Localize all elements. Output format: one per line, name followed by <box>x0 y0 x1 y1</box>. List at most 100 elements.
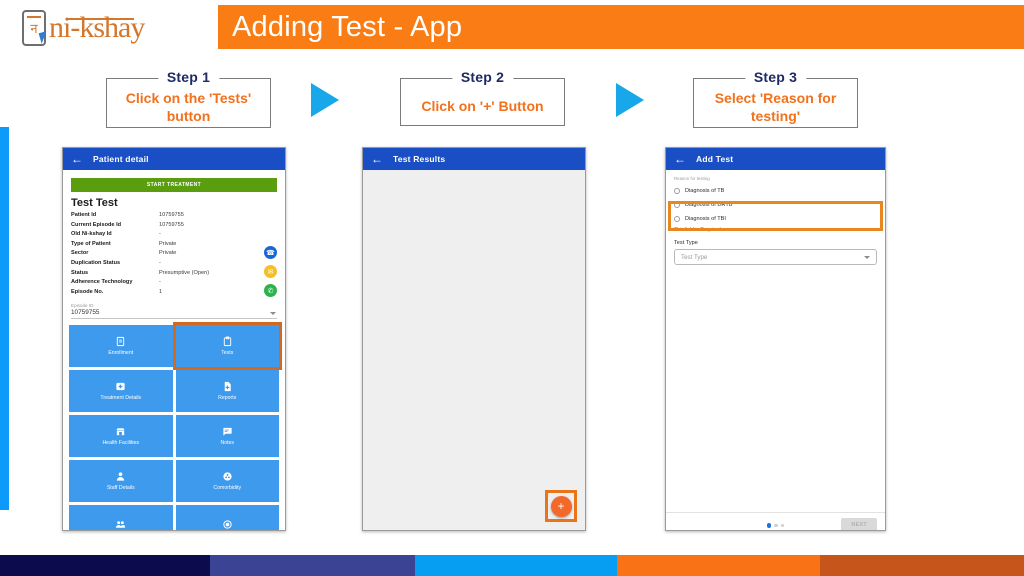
detail-value: - <box>159 279 161 286</box>
tile-label: Notes <box>220 440 235 447</box>
detail-value: Presumptive (Open) <box>159 269 210 276</box>
detail-value: - <box>159 259 161 266</box>
tile-tests[interactable]: Tests <box>172 322 282 371</box>
radio-option-diagnosis-of-drtb[interactable]: Diagnosis of DRTB <box>674 198 885 212</box>
detail-key: Episode No. <box>71 288 104 295</box>
add-test-footer: NEXT <box>666 512 885 530</box>
step-2-text: Click on '+' Button <box>421 98 544 114</box>
tile-label: Tests <box>221 350 234 357</box>
detail-key: Status <box>71 269 89 276</box>
phone-screenshot-add-test: ← Add Test Reason for testing Diagnosis … <box>665 147 886 531</box>
validation-message: This field is Required <box>674 227 721 233</box>
radio-circle-icon[interactable] <box>674 216 680 222</box>
test-type-select[interactable]: Test Type <box>674 249 877 265</box>
slide-root: न ni-kshay Adding Test - App Step 1 Clic… <box>0 0 1024 576</box>
next-button[interactable]: NEXT <box>841 518 877 530</box>
radio-label: Diagnosis of TB <box>685 188 725 194</box>
radio-option-diagnosis-of-tb[interactable]: Diagnosis of TB <box>674 184 885 198</box>
detail-value: 10759755 <box>159 212 184 218</box>
table-row: Patient Id 10759755 <box>71 211 277 221</box>
detail-value: Private <box>159 240 177 247</box>
bottom-color-bar <box>0 555 1024 576</box>
episode-id-label: Episode ID <box>71 303 94 309</box>
tile-label: Reports <box>218 395 237 402</box>
logo-wordmark: ni-kshay <box>49 11 145 44</box>
phone-screenshot-test-results: ← Test Results + <box>362 147 586 531</box>
test-type-label: Test Type <box>674 240 698 246</box>
test-type-placeholder: Test Type <box>681 253 708 261</box>
table-row: Duplication Status - <box>71 259 277 269</box>
pagination-dot-2[interactable] <box>774 523 778 528</box>
detail-key: Old Ni-kshay Id <box>71 231 112 238</box>
add-test-body: Reason for testing Diagnosis of TB Diagn… <box>666 176 885 530</box>
tile-tracking[interactable] <box>175 505 279 530</box>
tile-health-facilities[interactable]: Health Facilities <box>69 415 173 458</box>
tile-staff-details[interactable]: Staff Details <box>69 460 173 503</box>
clipboard-list-icon <box>117 337 125 347</box>
app-bar-title: Test Results <box>393 154 446 164</box>
app-bar-add-test: ← Add Test <box>666 148 885 170</box>
tile-label: Comorbidity <box>213 485 242 492</box>
tile-label: Staff Details <box>106 485 135 492</box>
radio-circle-icon[interactable] <box>674 188 680 194</box>
back-arrow-icon[interactable]: ← <box>674 153 686 165</box>
segment-orange <box>617 555 820 576</box>
back-arrow-icon[interactable]: ← <box>371 153 383 165</box>
add-test-fab[interactable]: + <box>550 495 572 517</box>
tile-notes[interactable]: Notes <box>175 415 279 458</box>
segment-navy <box>0 555 210 576</box>
left-accent-strip <box>0 127 9 510</box>
start-treatment-button[interactable]: START TREATMENT <box>71 178 277 192</box>
tile-label: Enrollment <box>108 350 134 357</box>
segment-indigo <box>210 555 415 576</box>
call-icon[interactable]: ☎ <box>264 246 277 259</box>
radio-circle-icon[interactable] <box>674 202 680 208</box>
step-3-label: Step 3 <box>744 69 807 85</box>
tile-comorbidity[interactable]: Comorbidity <box>175 460 279 503</box>
table-row: Sector Private <box>71 249 277 259</box>
segment-rust <box>820 555 1024 576</box>
pagination-dot-3[interactable] <box>780 523 785 528</box>
segment-cyan <box>415 555 617 576</box>
patient-name: Test Test <box>71 197 118 209</box>
tile-label: Treatment Details <box>100 395 142 402</box>
table-row: Adherence Technology - <box>71 278 277 288</box>
app-bar-title: Add Test <box>696 154 734 164</box>
detail-value: 1 <box>159 288 163 295</box>
tile-enrollment[interactable]: Enrollment <box>69 325 173 368</box>
table-row: Episode No. 1 <box>71 288 277 298</box>
chevron-down-icon[interactable] <box>270 312 276 316</box>
chevron-down-icon[interactable] <box>864 256 870 259</box>
play-arrow-icon-1 <box>311 83 339 117</box>
virus-icon <box>223 472 232 481</box>
ni-kshay-logo: न ni-kshay <box>22 8 194 48</box>
step-pagination-dots <box>766 523 785 528</box>
tile-reports[interactable]: Reports <box>175 370 279 413</box>
whatsapp-icon[interactable]: ✆ <box>264 284 277 297</box>
contact-action-buttons: ☎ ✉ ✆ <box>264 246 277 297</box>
app-bar-title: Patient detail <box>93 154 149 164</box>
hospital-icon <box>116 428 125 436</box>
detail-key: Sector <box>71 250 89 257</box>
detail-key: Patient Id <box>71 212 97 218</box>
pagination-dot-1[interactable] <box>766 523 772 528</box>
tile-contacts[interactable] <box>69 505 173 530</box>
message-icon[interactable]: ✉ <box>264 265 277 278</box>
episode-id-value: 10759755 <box>71 309 100 317</box>
detail-key: Adherence Technology <box>71 279 133 286</box>
episode-id-field[interactable]: Episode ID 10759755 <box>71 303 277 320</box>
detail-key: Current Episode Id <box>71 221 122 228</box>
clipboard-icon <box>223 336 231 347</box>
step-3-text: Select 'Reason for testing' <box>714 90 837 124</box>
people-icon <box>116 521 126 529</box>
person-icon <box>117 472 125 481</box>
detail-value: Private <box>159 250 177 257</box>
target-icon <box>223 520 232 530</box>
radio-option-diagnosis-of-tbi[interactable]: Diagnosis of TBI <box>674 212 885 226</box>
table-row: Type of Patient Private <box>71 240 277 250</box>
tile-label: Health Facilities <box>102 440 140 447</box>
back-arrow-icon[interactable]: ← <box>71 153 83 165</box>
patient-details-table: Patient Id 10759755 Current Episode Id 1… <box>71 211 277 297</box>
step-callout-2: Step 2 Click on '+' Button <box>400 69 565 126</box>
tile-treatment-details[interactable]: Treatment Details <box>69 370 173 413</box>
